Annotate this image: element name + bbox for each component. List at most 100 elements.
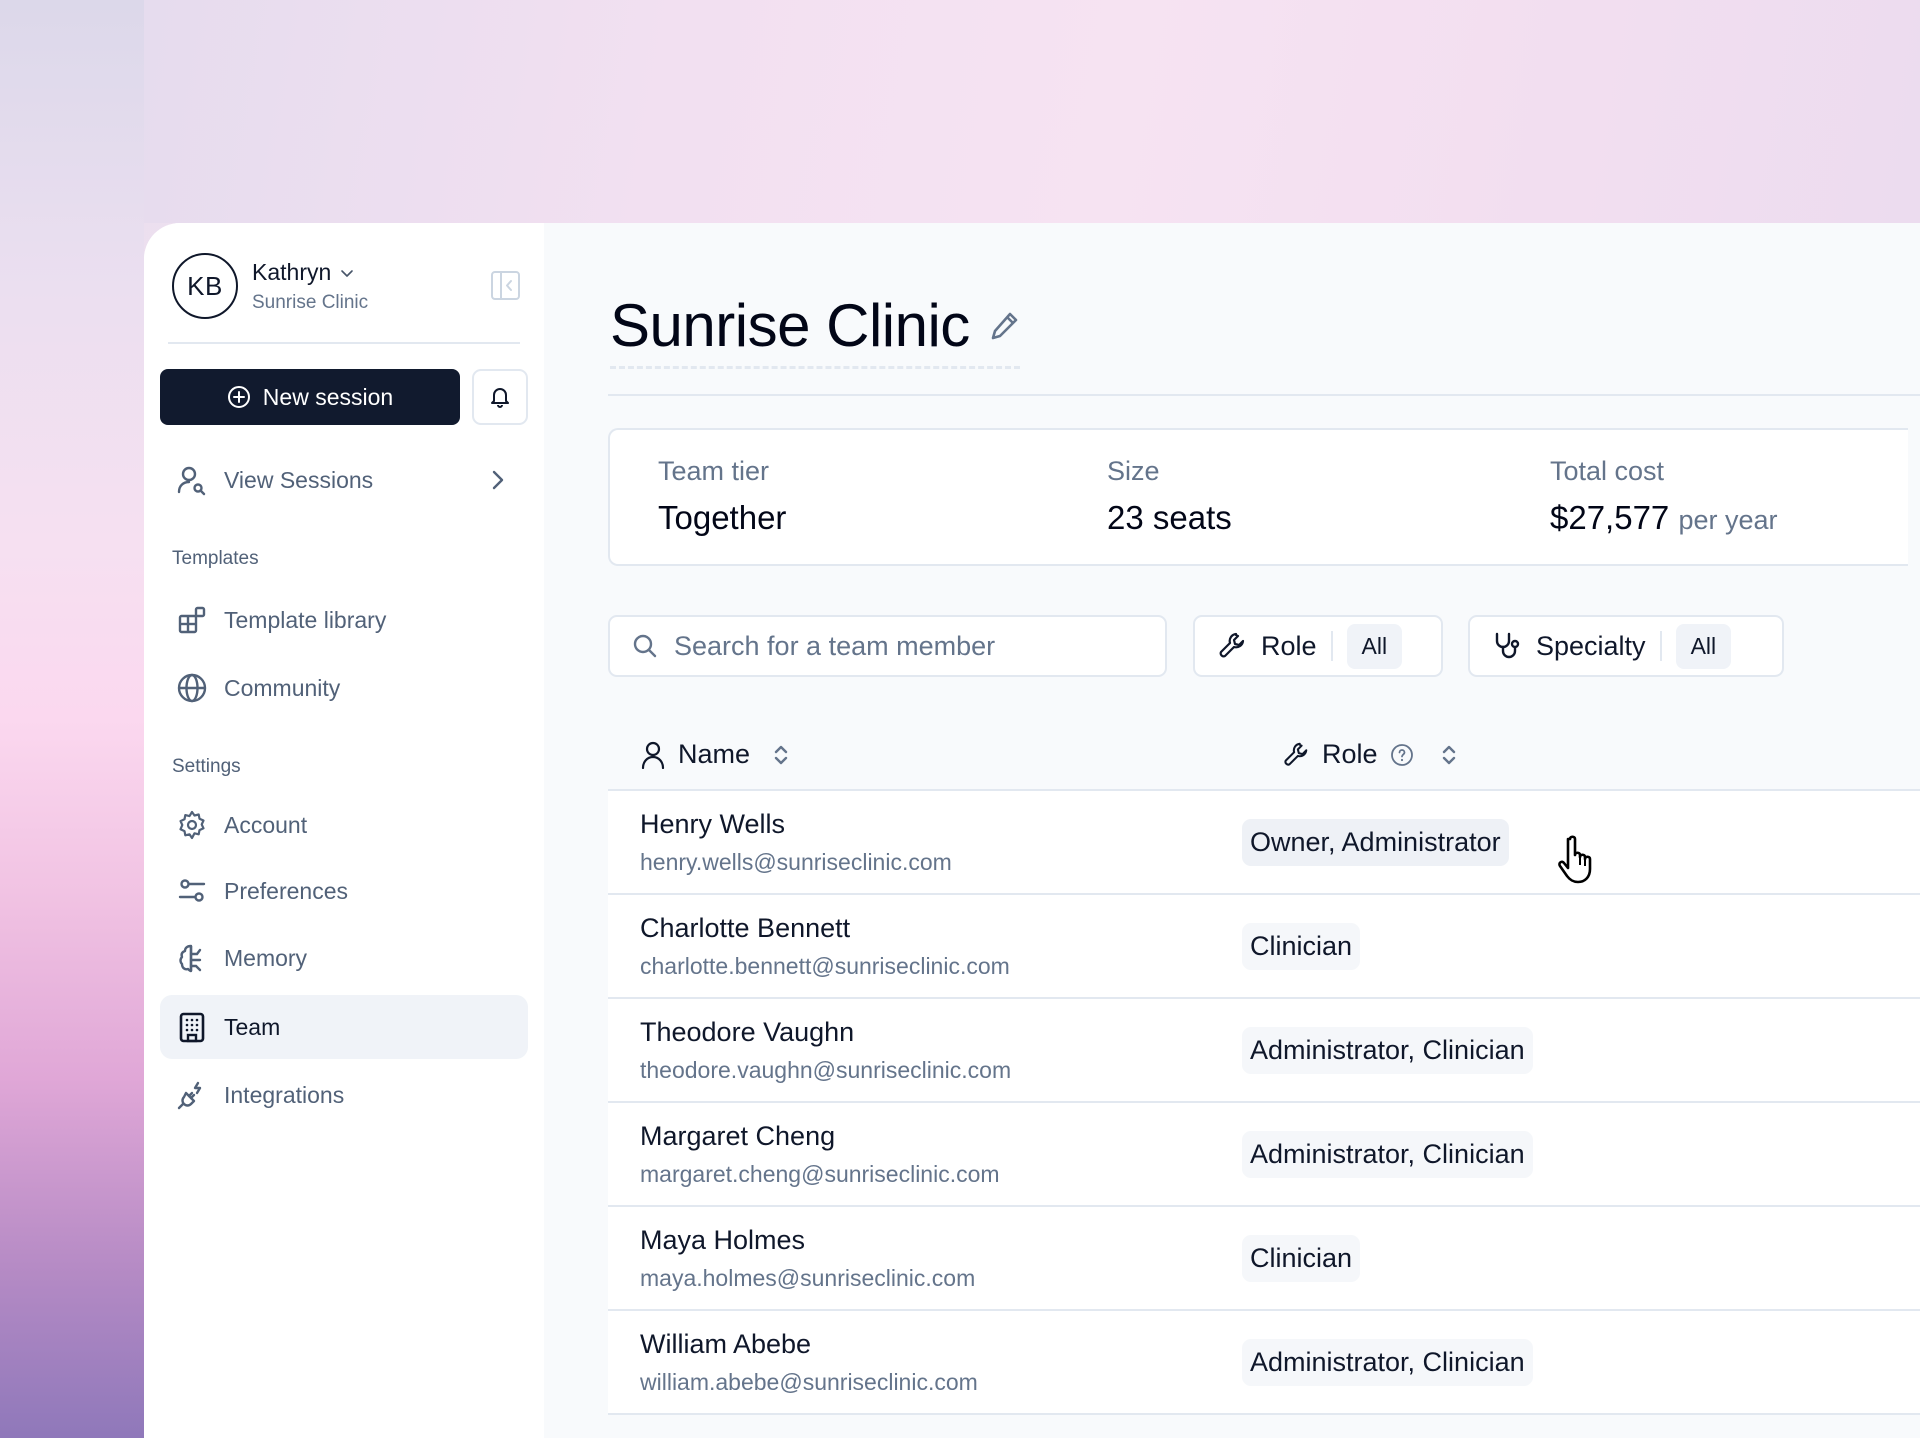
user-name: Kathryn	[252, 259, 332, 285]
member-name: Theodore Vaughn	[640, 1017, 855, 1047]
role-badge[interactable]: Clinician	[1242, 923, 1361, 970]
role-filter-value[interactable]: All	[1346, 623, 1403, 669]
table-row[interactable]: Margaret Cheng margaret.cheng@sunrisecli…	[608, 1103, 1920, 1207]
table-row[interactable]: Theodore Vaughn theodore.vaughn@sunrisec…	[608, 999, 1920, 1103]
collapse-sidebar-button[interactable]	[490, 269, 522, 301]
sidebar-item-account[interactable]: Account	[160, 793, 528, 857]
page-title[interactable]: Sunrise Clinic	[610, 291, 1020, 369]
sidebar-item-template-library[interactable]: Template library	[160, 588, 528, 652]
sort-icon[interactable]	[770, 742, 792, 768]
title-divider	[608, 394, 1920, 396]
new-session-label: New session	[262, 383, 394, 410]
user-organization: Sunrise Clinic	[252, 292, 369, 313]
chevron-down-icon	[341, 269, 354, 277]
sidebar-item-preferences[interactable]: Preferences	[160, 859, 528, 923]
background-gradient-top	[144, 0, 1920, 223]
stat-value: 23 seats	[1107, 499, 1232, 536]
avatar-initials: KB	[187, 270, 223, 301]
specialty-filter-value[interactable]: All	[1675, 623, 1732, 669]
table-row[interactable]: Maya Holmes maya.holmes@sunriseclinic.co…	[608, 1207, 1920, 1311]
role-badge[interactable]: Clinician	[1242, 1235, 1361, 1282]
member-email: william.abebe@sunriseclinic.com	[640, 1369, 978, 1395]
plug-icon	[176, 1079, 208, 1111]
stat-value: $27,577 per year	[1550, 499, 1778, 537]
member-name: William Abebe	[640, 1329, 812, 1359]
stat-size: Size 23 seats	[1107, 456, 1232, 537]
role-filter-label: Role	[1261, 630, 1317, 661]
sidebar-item-memory[interactable]: Memory	[160, 926, 528, 990]
role-badge[interactable]: Owner, Administrator	[1242, 819, 1509, 866]
member-email: maya.holmes@sunriseclinic.com	[640, 1265, 976, 1291]
role-filter[interactable]: Role All	[1193, 615, 1443, 677]
building-icon	[176, 1011, 208, 1043]
gear-icon	[176, 809, 208, 841]
sidebar: KB Kathryn Sunrise Clinic New session Vi…	[144, 223, 544, 1438]
column-header-name[interactable]: Name	[640, 739, 792, 770]
new-session-button[interactable]: New session	[160, 369, 460, 425]
user-icon	[641, 741, 665, 769]
member-name: Margaret Cheng	[640, 1121, 836, 1151]
column-header-role[interactable]: Role	[1282, 739, 1460, 770]
table-row[interactable]: Henry Wells henry.wells@sunriseclinic.co…	[608, 791, 1920, 895]
sidebar-item-view-sessions[interactable]: View Sessions	[160, 448, 528, 512]
sidebar-item-integrations[interactable]: Integrations	[160, 1063, 528, 1127]
stat-label: Total cost	[1550, 456, 1665, 486]
sidebar-item-community[interactable]: Community	[160, 656, 528, 720]
cost-period: per year	[1678, 505, 1778, 535]
sort-icon[interactable]	[1438, 742, 1460, 768]
section-label-templates: Templates	[172, 548, 259, 569]
column-header-label: Name	[678, 739, 751, 769]
member-email: charlotte.bennett@sunriseclinic.com	[640, 953, 1010, 979]
stat-label: Team tier	[658, 456, 770, 486]
sidebar-item-label: Memory	[224, 944, 308, 971]
search-icon	[633, 634, 657, 658]
sidebar-item-label: View Sessions	[224, 466, 374, 493]
sidebar-item-label: Template library	[224, 606, 387, 633]
stat-total-cost: Total cost $27,577 per year	[1550, 456, 1778, 537]
brain-icon	[176, 942, 208, 974]
sidebar-item-label: Team	[224, 1013, 281, 1040]
app-window: KB Kathryn Sunrise Clinic New session Vi…	[144, 223, 1920, 1438]
sidebar-collapse-icon	[491, 271, 520, 300]
bell-icon	[491, 388, 509, 408]
role-badge[interactable]: Administrator, Clinician	[1242, 1131, 1533, 1178]
search-input[interactable]	[674, 630, 1154, 662]
main-content: Sunrise Clinic Team tier Together Size 2…	[544, 223, 1920, 1438]
sidebar-item-label: Integrations	[224, 1081, 345, 1108]
pencil-icon[interactable]	[988, 310, 1020, 342]
sidebar-item-team[interactable]: Team	[160, 995, 528, 1059]
specialty-filter-label: Specialty	[1536, 630, 1646, 661]
background-gradient-left	[0, 0, 144, 1438]
column-header-label: Role	[1322, 739, 1378, 769]
member-name: Henry Wells	[640, 809, 786, 839]
member-email: margaret.cheng@sunriseclinic.com	[640, 1161, 1000, 1187]
section-label-settings: Settings	[172, 756, 241, 777]
avatar[interactable]: KB	[172, 253, 238, 319]
chevron-right-icon	[492, 470, 504, 490]
member-name: Charlotte Bennett	[640, 913, 851, 943]
sidebar-item-label: Account	[224, 811, 308, 838]
specialty-filter[interactable]: Specialty All	[1468, 615, 1784, 677]
sidebar-divider	[168, 342, 520, 344]
notifications-button[interactable]	[472, 369, 528, 425]
account-switcher[interactable]: Kathryn	[252, 259, 355, 286]
role-badge[interactable]: Administrator, Clinician	[1242, 1027, 1533, 1074]
wrench-icon	[1219, 632, 1245, 658]
stat-value: Together	[658, 499, 787, 536]
cost-amount: $27,577	[1550, 499, 1670, 536]
team-stats-card: Team tier Together Size 23 seats Total c…	[608, 428, 1908, 566]
sliders-icon	[176, 875, 208, 907]
member-email: henry.wells@sunriseclinic.com	[640, 849, 952, 875]
team-table: Henry Wells henry.wells@sunriseclinic.co…	[608, 791, 1920, 1415]
user-search-icon	[176, 464, 208, 496]
help-circle-icon[interactable]	[1390, 743, 1414, 767]
table-row[interactable]: William Abebe william.abebe@sunriseclini…	[608, 1311, 1920, 1415]
table-row[interactable]: Charlotte Bennett charlotte.bennett@sunr…	[608, 895, 1920, 999]
stethoscope-icon	[1495, 632, 1520, 659]
table-header: Name Role	[608, 723, 1920, 791]
page-title-text: Sunrise Clinic	[610, 292, 970, 359]
role-badge[interactable]: Administrator, Clinician	[1242, 1339, 1533, 1386]
stat-team-tier: Team tier Together	[658, 456, 786, 537]
sidebar-item-label: Preferences	[224, 877, 349, 904]
member-search[interactable]	[608, 615, 1167, 677]
